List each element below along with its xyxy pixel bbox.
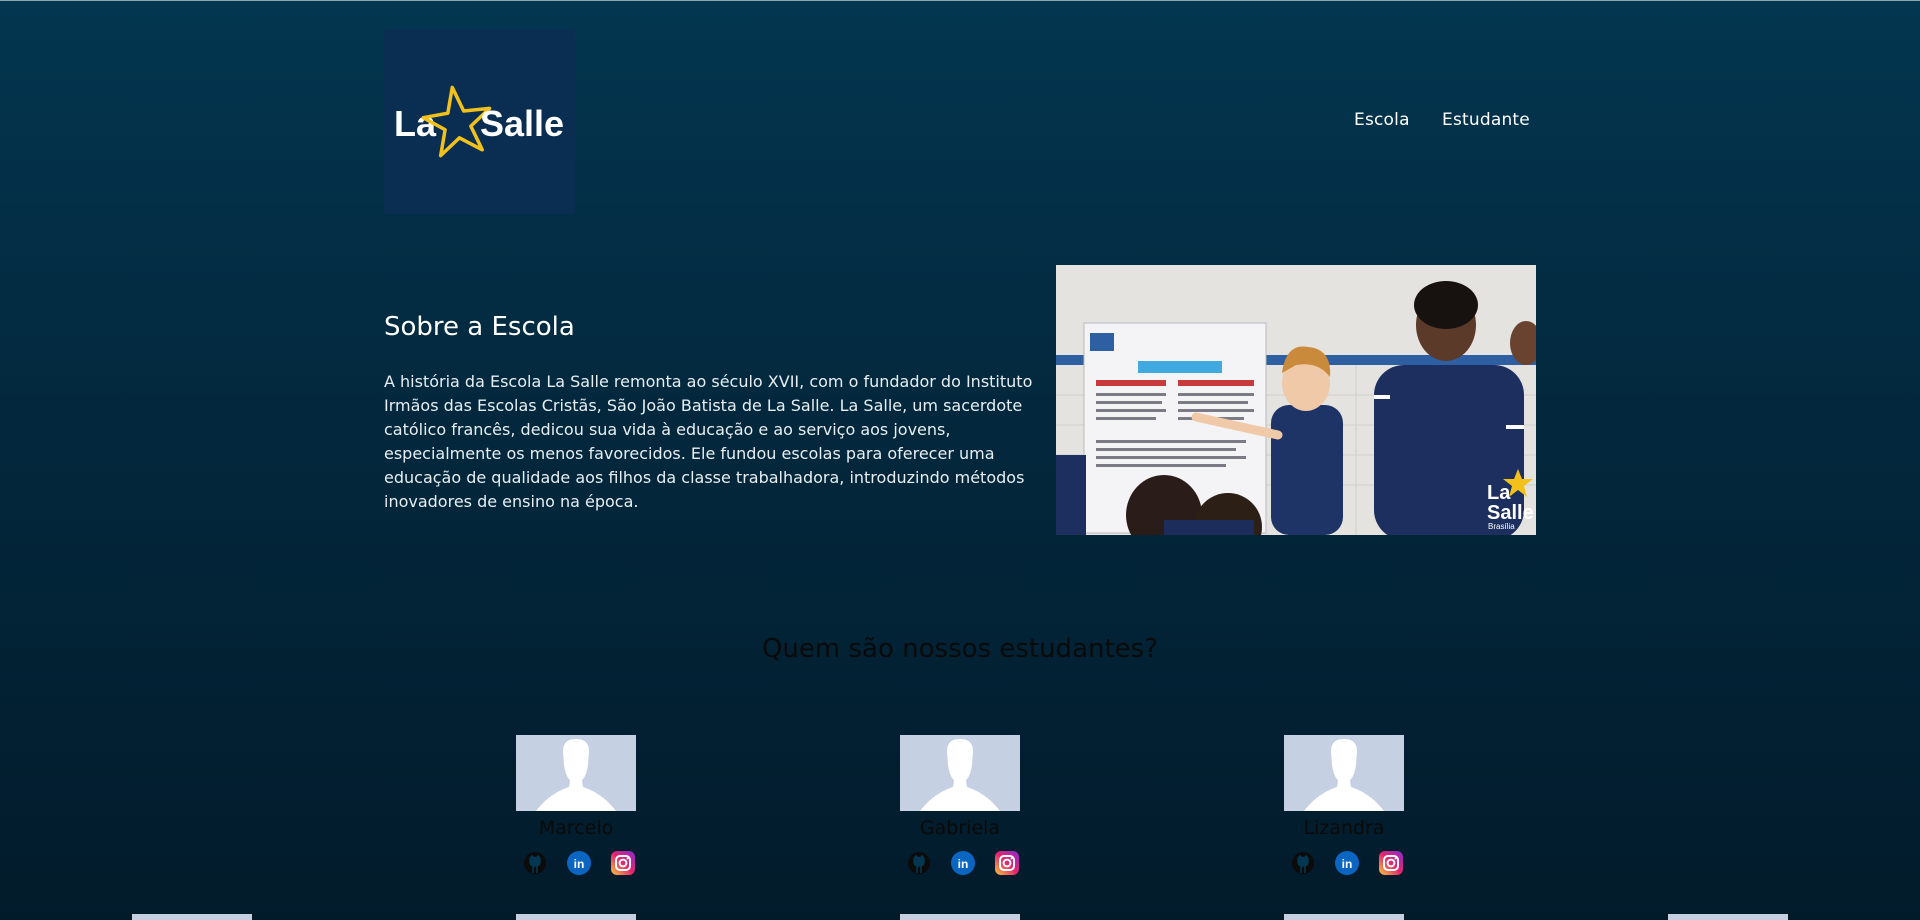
- avatar: [900, 735, 1020, 811]
- svg-text:La: La: [1487, 482, 1511, 504]
- avatar: [132, 914, 252, 920]
- github-icon[interactable]: [906, 850, 932, 876]
- student-name: Marcelo: [538, 817, 614, 839]
- social-links: in: [880, 850, 1040, 876]
- svg-text:Brasília: Brasília: [1488, 522, 1515, 531]
- instagram-icon[interactable]: [1378, 850, 1404, 876]
- linkedin-icon[interactable]: in: [566, 850, 592, 876]
- github-icon[interactable]: [522, 850, 548, 876]
- about-text: A história da Escola La Salle remonta ao…: [384, 372, 1033, 511]
- school-photo: La Salle Brasília: [1056, 265, 1536, 535]
- linkedin-icon[interactable]: in: [950, 850, 976, 876]
- social-links: in: [496, 850, 656, 876]
- nav-estudante-link[interactable]: Estudante: [1442, 110, 1530, 130]
- instagram-icon[interactable]: [610, 850, 636, 876]
- svg-text:in: in: [574, 857, 585, 871]
- svg-text:in: in: [958, 857, 969, 871]
- main-nav: Escola Estudante: [1340, 110, 1540, 134]
- nav-escola-link[interactable]: Escola: [1354, 110, 1410, 130]
- avatar: [516, 914, 636, 920]
- student-card: Gabriela in: [880, 735, 1040, 885]
- student-card: Marcelo in: [496, 735, 656, 885]
- social-links: in: [1264, 850, 1424, 876]
- student-name: Lizandra: [1303, 817, 1385, 839]
- linkedin-icon[interactable]: in: [1334, 850, 1360, 876]
- student-card: Lizandra in: [1264, 735, 1424, 885]
- top-border: [0, 0, 1920, 1]
- students-title: Quem são nossos estudantes?: [761, 634, 1159, 664]
- github-icon[interactable]: [1290, 850, 1316, 876]
- avatar: [1668, 914, 1788, 920]
- avatar: [900, 914, 1020, 920]
- student-name: Gabriela: [919, 817, 1001, 839]
- site-logo[interactable]: La Salle: [384, 29, 575, 214]
- la-salle-logo-icon: La Salle: [394, 85, 564, 158]
- about-title: Sobre a Escola: [384, 312, 575, 342]
- avatar: [1284, 735, 1404, 811]
- svg-text:Salle: Salle: [1487, 502, 1534, 524]
- instagram-icon[interactable]: [994, 850, 1020, 876]
- svg-text:Salle: Salle: [480, 103, 564, 144]
- svg-text:in: in: [1342, 857, 1353, 871]
- avatar: [1284, 914, 1404, 920]
- avatar: [516, 735, 636, 811]
